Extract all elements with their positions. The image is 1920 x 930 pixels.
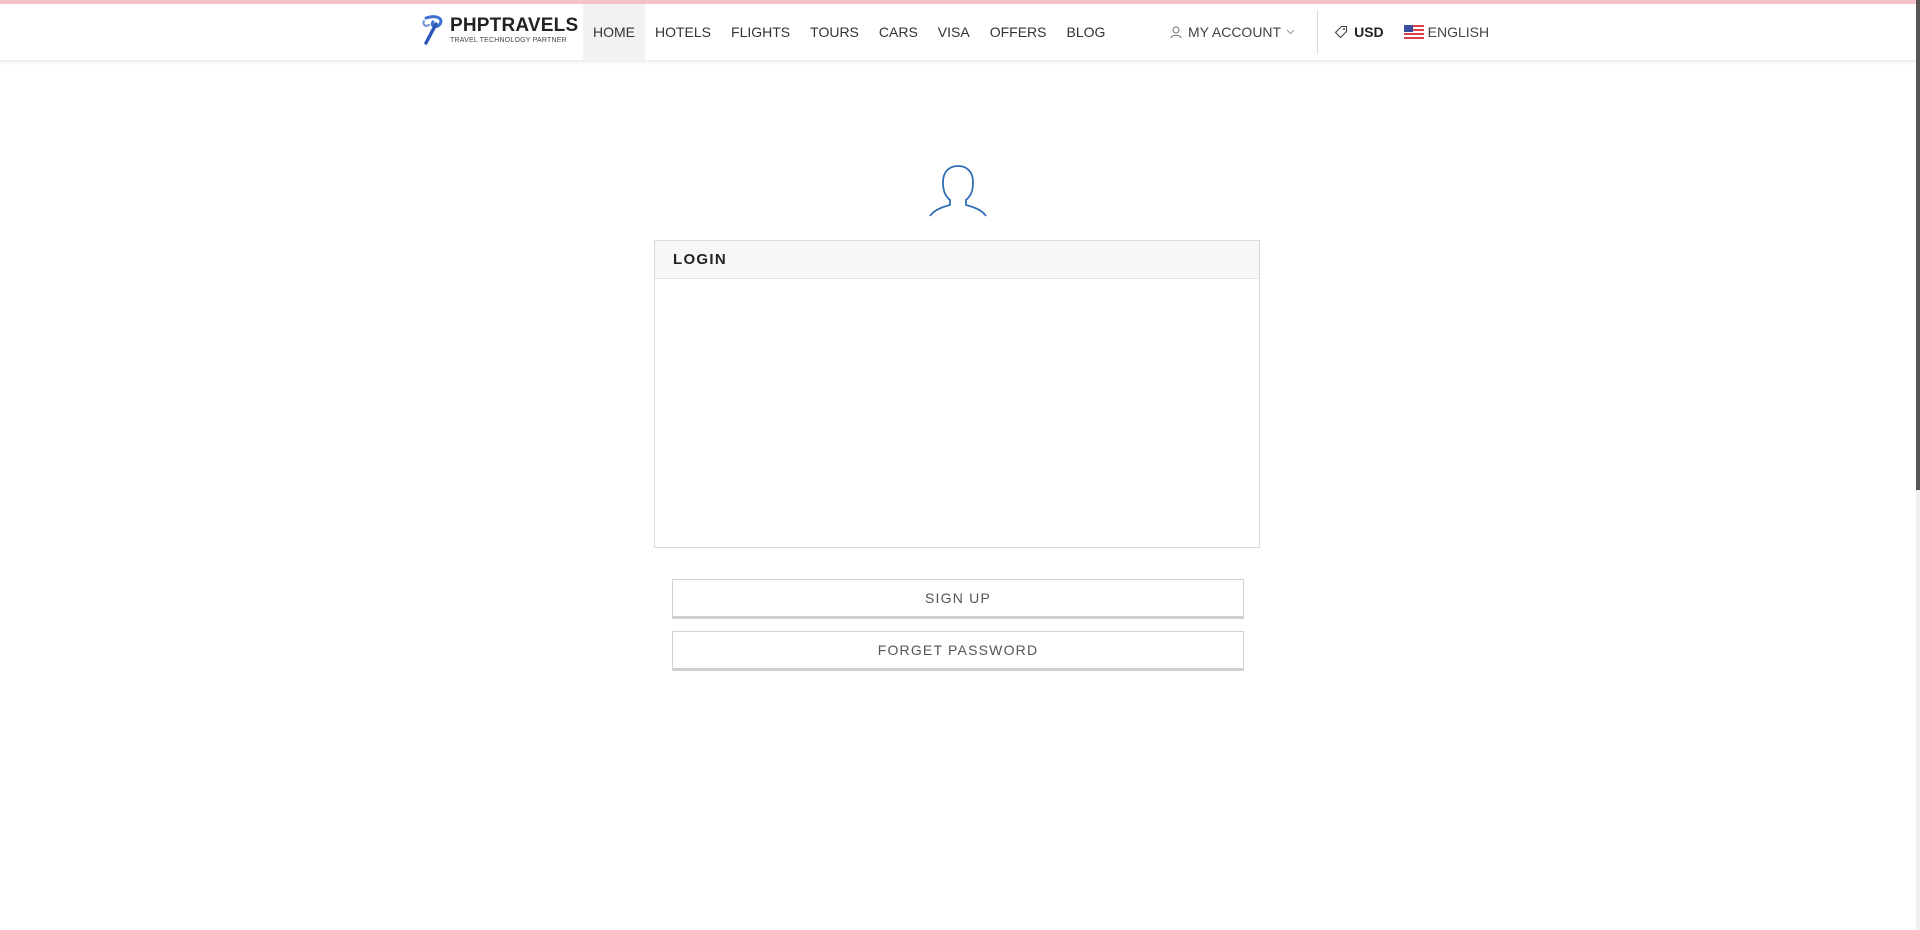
- brand-logo[interactable]: PHPTRAVELS TRAVEL TECHNOLOGY PARTNER: [420, 12, 578, 48]
- my-account-label: MY ACCOUNT: [1188, 24, 1282, 40]
- nav-item-hotels[interactable]: HOTELS: [645, 4, 721, 60]
- nav-right: MY ACCOUNT USD ENGLISH: [1170, 4, 1489, 60]
- user-icon: [1170, 26, 1182, 38]
- nav-item-cars[interactable]: CARS: [869, 4, 928, 60]
- nav-item-visa[interactable]: VISA: [928, 4, 980, 60]
- brand-name: PHPTRAVELS: [450, 15, 579, 36]
- sign-up-button[interactable]: SIGN UP: [672, 579, 1244, 619]
- scrollbar-track[interactable]: [1916, 0, 1920, 930]
- scrollbar-thumb[interactable]: [1916, 0, 1920, 490]
- user-outline-icon: [929, 165, 987, 217]
- navbar: PHPTRAVELS TRAVEL TECHNOLOGY PARTNER HOM…: [0, 4, 1920, 61]
- login-panel: LOGIN: [654, 240, 1260, 548]
- language-selector[interactable]: ENGLISH: [1403, 24, 1490, 40]
- tag-icon: [1335, 25, 1348, 39]
- currency-label: USD: [1354, 24, 1384, 40]
- forget-password-button[interactable]: FORGET PASSWORD: [672, 631, 1244, 671]
- login-title: LOGIN: [655, 241, 1259, 279]
- brand-tagline: TRAVEL TECHNOLOGY PARTNER: [450, 37, 567, 44]
- us-flag-icon: [1403, 25, 1424, 39]
- currency-selector[interactable]: USD: [1334, 24, 1384, 40]
- nav-divider: [1317, 10, 1319, 54]
- nav-item-flights[interactable]: FLIGHTS: [721, 4, 800, 60]
- nav-item-home[interactable]: HOME: [583, 4, 645, 60]
- nav-item-offers[interactable]: OFFERS: [980, 4, 1057, 60]
- chevron-down-icon: [1286, 29, 1295, 35]
- nav-item-blog[interactable]: BLOG: [1056, 4, 1115, 60]
- logo-icon: [422, 15, 443, 45]
- nav-item-tours[interactable]: TOURS: [800, 4, 869, 60]
- my-account-dropdown[interactable]: MY ACCOUNT: [1170, 24, 1315, 40]
- language-label: ENGLISH: [1427, 24, 1490, 40]
- main-nav: HOME HOTELS FLIGHTS TOURS CARS VISA OFFE…: [583, 4, 1115, 60]
